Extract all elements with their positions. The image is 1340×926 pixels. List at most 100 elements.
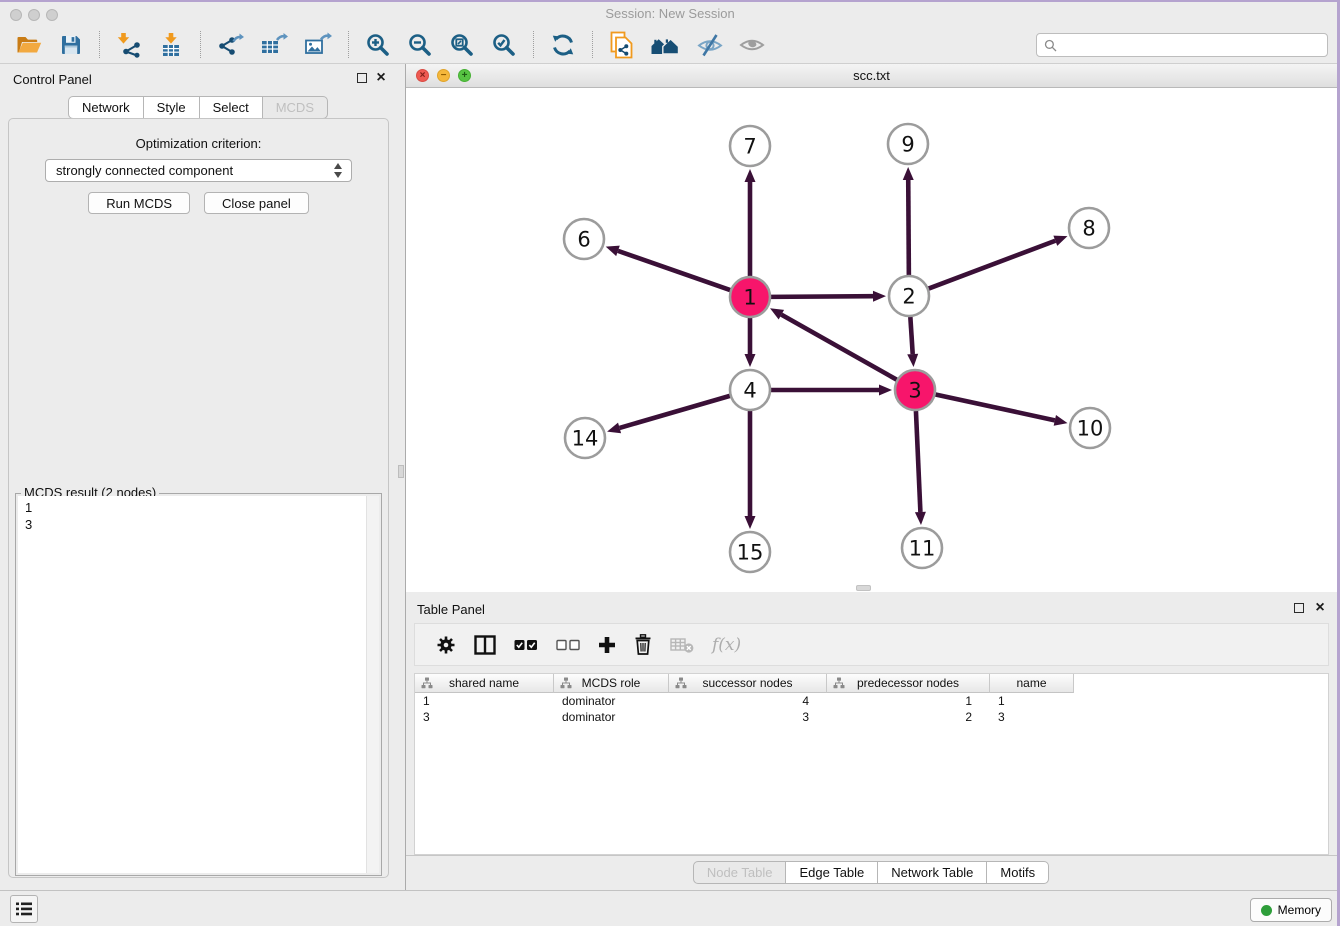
node-table-body: 1dominator4113dominator323 [415, 693, 1328, 725]
run-mcds-button[interactable]: Run MCDS [88, 192, 190, 214]
table-cell[interactable]: 1 [415, 694, 554, 708]
table-cell[interactable]: 1 [827, 694, 990, 708]
column-header-mcds-role[interactable]: MCDS role [554, 674, 669, 693]
import-network-button[interactable] [115, 29, 143, 61]
save-session-button[interactable] [58, 29, 84, 61]
zoom-in-button[interactable] [364, 29, 392, 61]
tab-network[interactable]: Network [68, 96, 144, 119]
delete-table-button[interactable] [670, 632, 694, 658]
select-all-columns-button[interactable] [514, 632, 538, 658]
node-14[interactable]: 14 [565, 418, 605, 458]
edge-1-6[interactable] [618, 251, 730, 290]
window-minimize-button[interactable] [28, 9, 40, 21]
edge-1-2[interactable] [771, 296, 873, 297]
network-view-window: scc.txt 7968124314101511 [406, 64, 1337, 592]
node-15[interactable]: 15 [730, 532, 770, 572]
table-settings-button[interactable] [436, 632, 456, 658]
panel-splitter[interactable] [397, 64, 406, 890]
mcds-result-text[interactable]: 13 [18, 496, 379, 873]
function-builder-button[interactable]: f(x) [712, 632, 741, 658]
tab-edge-table[interactable]: Edge Table [785, 861, 878, 884]
node-11[interactable]: 11 [902, 528, 942, 568]
tab-style[interactable]: Style [143, 96, 200, 119]
result-line: 3 [25, 516, 372, 533]
refresh-button[interactable] [549, 29, 577, 61]
table-panel: Table Panel [406, 595, 1337, 890]
edge-3-1[interactable] [781, 315, 896, 380]
edge-3-10[interactable] [936, 394, 1055, 420]
tab-select[interactable]: Select [199, 96, 263, 119]
node-9[interactable]: 9 [888, 124, 928, 164]
splitter-handle[interactable] [398, 465, 404, 478]
result-scrollbar[interactable] [366, 496, 379, 873]
node-7[interactable]: 7 [730, 126, 770, 166]
node-3[interactable]: 3 [895, 370, 935, 410]
canvas-splitter-handle[interactable] [856, 585, 871, 591]
edge-4-14[interactable] [620, 396, 730, 428]
clone-network-document-icon [609, 31, 634, 59]
delete-column-button[interactable] [634, 632, 652, 658]
column-header-name[interactable]: name [990, 674, 1074, 693]
window-zoom-button[interactable] [46, 9, 58, 21]
window-close-button[interactable] [10, 9, 22, 21]
table-row[interactable]: 1dominator411 [415, 693, 1328, 709]
network-minimize-button[interactable] [437, 69, 450, 82]
open-session-button[interactable] [15, 29, 44, 61]
table-cell[interactable]: 3 [990, 710, 1074, 724]
float-table-panel-icon[interactable] [1294, 603, 1304, 613]
zoom-selected-button[interactable] [490, 29, 518, 61]
table-cell[interactable]: 1 [990, 694, 1074, 708]
close-panel-icon[interactable] [375, 70, 387, 86]
create-column-button[interactable] [598, 632, 616, 658]
close-table-panel-icon[interactable] [1314, 600, 1326, 616]
network-canvas[interactable]: 7 9 6 8 1 2 4 3 14 10 15 11 [406, 88, 1337, 592]
column-header-successor-nodes[interactable]: successor nodes [669, 674, 827, 693]
edge-2-9[interactable] [908, 180, 909, 275]
node-10[interactable]: 10 [1070, 408, 1110, 448]
network-maximize-button[interactable] [458, 69, 471, 82]
tab-node-table[interactable]: Node Table [693, 861, 787, 884]
node-4[interactable]: 4 [730, 370, 770, 410]
close-panel-button[interactable]: Close panel [204, 192, 309, 214]
table-cell[interactable]: dominator [554, 694, 669, 708]
column-header-shared-name[interactable]: shared name [415, 674, 554, 693]
export-network-button[interactable] [216, 29, 245, 61]
edge-3-11[interactable] [916, 411, 920, 512]
column-header-predecessor-nodes[interactable]: predecessor nodes [827, 674, 990, 693]
table-cell[interactable]: 3 [669, 710, 827, 724]
memory-button[interactable]: Memory [1250, 898, 1332, 922]
search-icon [1044, 39, 1057, 52]
table-cell[interactable]: 4 [669, 694, 827, 708]
dev-panel-button[interactable] [10, 895, 38, 923]
zoom-fit-button[interactable] [448, 29, 476, 61]
network-close-button[interactable] [416, 69, 429, 82]
import-table-button[interactable] [157, 29, 185, 61]
export-table-button[interactable] [259, 29, 289, 61]
show-graphics-button[interactable] [738, 29, 766, 61]
hide-graphics-button[interactable] [696, 29, 724, 61]
criterion-select[interactable]: strongly connected component [45, 159, 352, 182]
table-cell[interactable]: 2 [827, 710, 990, 724]
tab-mcds[interactable]: MCDS [262, 96, 328, 119]
tab-network-table[interactable]: Network Table [877, 861, 987, 884]
table-cell[interactable]: dominator [554, 710, 669, 724]
edge-2-3[interactable] [910, 317, 912, 354]
table-row[interactable]: 3dominator323 [415, 709, 1328, 725]
home-networks-button[interactable] [649, 29, 682, 61]
search-box[interactable] [1036, 33, 1328, 57]
node-6[interactable]: 6 [564, 219, 604, 259]
edge-arrowhead [873, 291, 886, 302]
zoom-out-button[interactable] [406, 29, 434, 61]
clone-network-button[interactable] [608, 29, 635, 61]
node-8[interactable]: 8 [1069, 208, 1109, 248]
tab-motifs[interactable]: Motifs [986, 861, 1049, 884]
edge-2-8[interactable] [929, 241, 1056, 289]
node-1[interactable]: 1 [730, 277, 770, 317]
table-cell[interactable]: 3 [415, 710, 554, 724]
unselect-all-columns-button[interactable] [556, 632, 580, 658]
show-columns-button[interactable] [474, 632, 496, 658]
search-input[interactable] [1057, 35, 1327, 55]
float-panel-icon[interactable] [357, 73, 367, 83]
node-2[interactable]: 2 [889, 276, 929, 316]
export-image-button[interactable] [303, 29, 333, 61]
